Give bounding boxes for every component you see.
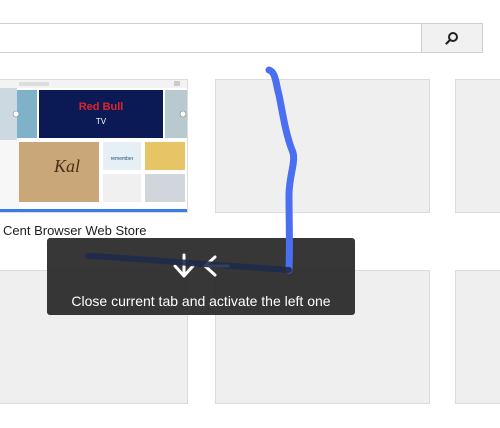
tile-label-web-store: Cent Browser Web Store (3, 223, 147, 238)
gesture-arrows-icon (173, 253, 230, 278)
speed-dial-tile-empty[interactable] (455, 270, 500, 404)
speed-dial-tile-empty[interactable] (455, 79, 500, 213)
gesture-hint-overlay: Close current tab and activate the left … (47, 238, 355, 315)
search-input[interactable] (0, 24, 422, 52)
search-button[interactable] (421, 23, 483, 53)
speed-dial-tile-empty[interactable] (215, 79, 430, 213)
svg-text:remember: remember (111, 156, 134, 162)
tile-bottom-bar (0, 209, 187, 212)
gesture-hint-text: Close current tab and activate the left … (71, 293, 331, 309)
web-store-thumbnail: Red Bull TV Kal remember (0, 80, 187, 210)
search-icon (445, 32, 458, 45)
svg-text:Kal: Kal (53, 156, 80, 176)
search-bar (0, 23, 422, 53)
speed-dial-tile-web-store[interactable]: Red Bull TV Kal remember (0, 79, 188, 213)
svg-text:Red Bull: Red Bull (79, 101, 124, 113)
svg-text:TV: TV (96, 117, 107, 126)
